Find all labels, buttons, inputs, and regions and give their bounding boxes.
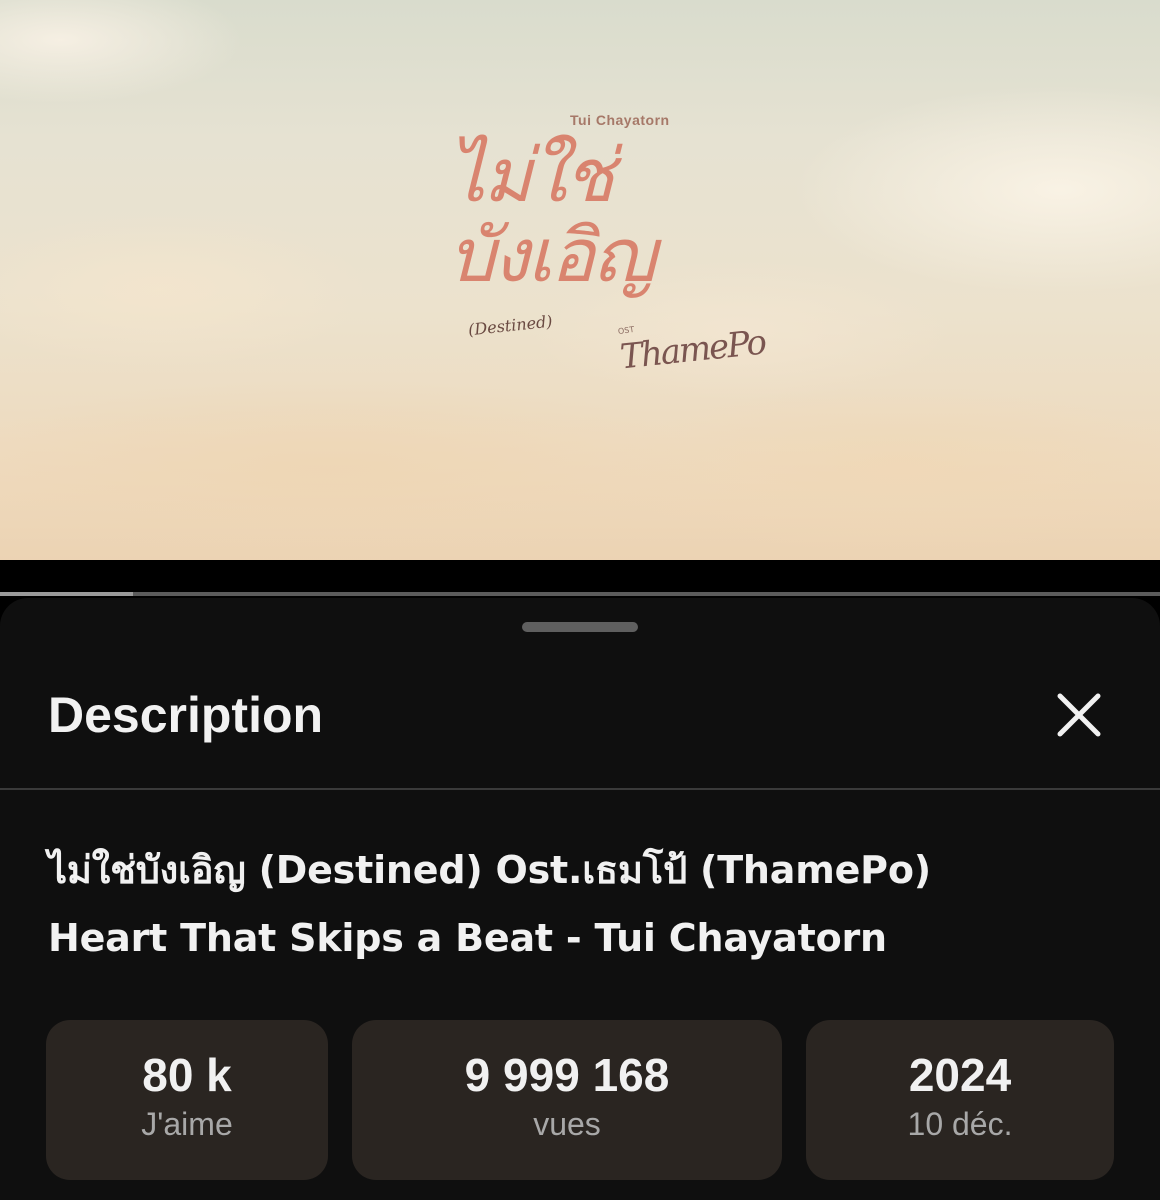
artwork-english-title: (Destined) [467,311,554,340]
artwork-thai-title-line1: ไม่ใช่ [448,133,614,219]
video-title: ไม่ใช่บังเอิญ (Destined) Ost.เธมโป้ (Tha… [48,836,1128,972]
description-sheet: Description ไม่ใช่บังเอิญ (Destined) Ost… [0,598,1160,1200]
drag-handle[interactable] [522,622,638,632]
likes-stat[interactable]: 80 k J'aime [46,1020,328,1180]
upload-year: 2024 [908,1049,1012,1101]
stats-row: 80 k J'aime 9 999 168 vues 2024 10 déc. [46,1020,1116,1180]
sheet-title: Description [48,687,324,743]
video-title-line1: ไม่ใช่บังเอิญ (Destined) Ost.เธมโป้ (Tha… [48,848,931,892]
video-title-artwork: Tui Chayatorn ไม่ใช่ บังเอิญ (Destined) … [440,108,767,398]
artwork-thai-title: ไม่ใช่ บังเอิญ [448,136,708,296]
header-divider [0,788,1160,790]
likes-count: 80 k [142,1049,232,1101]
progress-bar-fill [0,592,134,596]
likes-label: J'aime [141,1106,233,1142]
video-player[interactable]: Tui Chayatorn ไม่ใช่ บังเอิญ (Destined) … [0,0,1160,562]
sheet-header: Description [0,658,1160,788]
close-icon [1057,693,1101,737]
artwork-drama-logo: ThamePo [618,322,767,378]
upload-date: 10 déc. [907,1106,1013,1142]
views-count: 9 999 168 [464,1049,670,1101]
artwork-ost-label: OST [617,324,635,337]
views-label: vues [533,1106,601,1142]
progress-bar-track[interactable] [0,592,1160,596]
date-stat: 2024 10 déc. [806,1020,1114,1180]
views-stat: 9 999 168 vues [352,1020,782,1180]
artwork-artist-credit: Tui Chayatorn [570,112,670,128]
close-button[interactable] [1044,680,1114,750]
artwork-thai-title-line2: บังเอิญ [448,213,656,299]
video-title-line2: Heart That Skips a Beat - Tui Chayatorn [48,916,887,960]
